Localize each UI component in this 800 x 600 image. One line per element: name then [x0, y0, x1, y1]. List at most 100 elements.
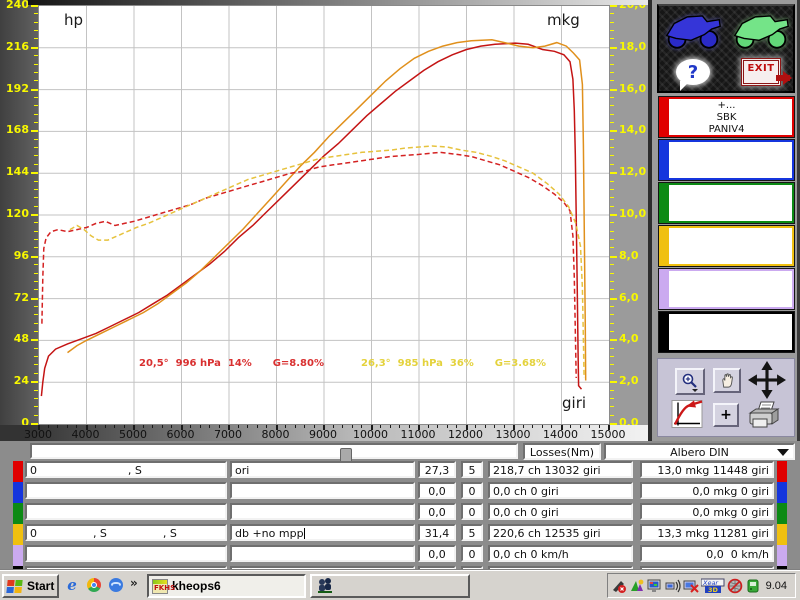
row-run-field[interactable]	[25, 503, 227, 520]
tray-tool-error-icon[interactable]	[611, 578, 627, 594]
task-button-2[interactable]	[310, 574, 470, 598]
tray-display-settings-icon[interactable]	[647, 578, 663, 594]
rpm-minor-tick	[304, 425, 305, 428]
row-power-field[interactable]: 0,0 ch 0 giri	[488, 503, 633, 520]
row-value1-field[interactable]: 31,4	[418, 524, 456, 541]
row-power-field[interactable]: 0,0 ch 0 km/h	[488, 545, 633, 562]
readout-strip[interactable]	[30, 443, 518, 459]
row-torque-field[interactable]: 13,3 mkg 11281 giri	[640, 524, 774, 541]
mkg-major-tick	[610, 172, 617, 174]
zoom-button[interactable]	[675, 368, 705, 395]
row-run-field[interactable]: 0 , S , S	[25, 524, 227, 541]
losses-button[interactable]: Losses(Nm)	[523, 443, 601, 460]
tray-graphics-icon[interactable]	[629, 578, 645, 594]
help-button[interactable]: ?	[660, 50, 726, 94]
row-note-field[interactable]	[230, 503, 415, 520]
channel-button-3[interactable]	[659, 183, 794, 223]
quick-launch-internet-explorer[interactable]: e	[63, 576, 81, 594]
tray-memory-card-icon[interactable]	[745, 578, 761, 594]
row-color-chip-right	[777, 461, 787, 482]
rpm-minor-tick	[314, 425, 315, 428]
move-tool[interactable]	[748, 361, 788, 401]
row-torque-field[interactable]: 13,0 mkg 11448 giri	[640, 461, 774, 478]
internet-explorer-icon: e	[67, 576, 77, 594]
mkg-major-tick	[610, 298, 617, 300]
rpm-minor-tick	[599, 425, 600, 428]
rpm-minor-tick	[542, 425, 543, 428]
mkg-minor-tick	[610, 364, 614, 365]
start-button[interactable]: Start	[2, 574, 59, 598]
mkg-minor-tick	[610, 164, 614, 165]
mkg-major-tick	[610, 381, 617, 383]
row-note-field[interactable]	[230, 545, 415, 562]
row-value1-field[interactable]: 27,3	[418, 461, 456, 478]
tray-blocked-globe-icon[interactable]	[727, 578, 743, 594]
rpm-minor-tick	[285, 425, 286, 428]
curve-button[interactable]	[671, 399, 703, 430]
row-run-field[interactable]	[25, 545, 227, 562]
printer-icon	[746, 399, 784, 431]
rpm-minor-tick	[95, 425, 96, 428]
motorcycle-blue-button[interactable]	[660, 8, 726, 52]
rpm-minor-tick	[57, 425, 58, 428]
channel-button-6[interactable]	[659, 312, 794, 352]
task-button-kheops6[interactable]: FKHS kheops6	[147, 574, 306, 598]
hp-tick-label: 240	[6, 0, 29, 11]
rpm-minor-tick	[143, 425, 144, 428]
rpm-tick-label: 11000	[396, 428, 440, 441]
rpm-minor-tick	[48, 425, 49, 428]
quick-launch-overflow-chevron[interactable]: »	[130, 576, 138, 590]
row-value1-field[interactable]: 0,0	[418, 503, 456, 520]
row-value2-field[interactable]: 0	[461, 545, 483, 562]
channel-button-2[interactable]	[659, 140, 794, 180]
row-note-field[interactable]: db +no mpp	[230, 524, 415, 541]
row-value2-field[interactable]: 5	[461, 524, 483, 541]
row-torque-field[interactable]: 0,0 0 km/h	[640, 545, 774, 562]
row-power-field[interactable]: 220,6 ch 12535 giri	[488, 524, 633, 541]
channel-button-4[interactable]	[659, 226, 794, 266]
print-button[interactable]	[746, 399, 786, 432]
rpm-tick-label: 13000	[491, 428, 535, 441]
channel-button-5[interactable]	[659, 269, 794, 309]
row-value2-field[interactable]: 5	[461, 461, 483, 478]
rpm-minor-tick	[190, 425, 191, 428]
rpm-axis-title: giri	[562, 394, 586, 412]
row-torque-field[interactable]: 0,0 mkg 0 giri	[640, 482, 774, 499]
sidebar: ? EXIT +...SBKPANIV4	[648, 0, 800, 441]
row-note-field[interactable]	[230, 482, 415, 499]
mkg-minor-tick	[610, 13, 614, 14]
row-note-field[interactable]: ori	[230, 461, 415, 478]
chevron-down-icon	[777, 449, 789, 460]
quick-launch-browser[interactable]	[107, 576, 125, 594]
channel-label-line: SBK	[661, 112, 792, 124]
plot-area[interactable]: hp mkg giri 20,5° 996 hPa 14% G=8.80% 26…	[38, 5, 610, 425]
add-button[interactable]: +	[713, 403, 739, 427]
shaft-selector-dropdown[interactable]: Albero DIN	[604, 443, 795, 460]
exit-button[interactable]: EXIT	[728, 50, 794, 94]
tray-xear3d-icon[interactable]: Xear 3D	[701, 578, 725, 594]
magnifier-plus-icon	[680, 372, 700, 392]
rpm-tick-label: 9000	[301, 428, 345, 441]
move-arrows-icon	[748, 361, 786, 399]
row-value1-field[interactable]: 0,0	[418, 545, 456, 562]
motorcycle-green-button[interactable]	[728, 8, 794, 52]
row-value2-field[interactable]: 0	[461, 482, 483, 499]
mkg-minor-tick	[610, 30, 614, 31]
row-color-chip-left	[13, 461, 23, 482]
row-power-field[interactable]: 0,0 ch 0 giri	[488, 482, 633, 499]
tray-display-offline-icon[interactable]	[683, 578, 699, 594]
row-power-field[interactable]: 218,7 ch 13032 giri	[488, 461, 633, 478]
row-value1-field[interactable]: 0,0	[418, 482, 456, 499]
mkg-major-tick	[610, 89, 617, 91]
quick-launch-chrome[interactable]	[85, 576, 103, 594]
text-cursor	[304, 528, 305, 539]
row-value2-field[interactable]: 0	[461, 503, 483, 520]
rpm-minor-tick	[475, 425, 476, 428]
row-run-field[interactable]	[25, 482, 227, 499]
channel-button-1[interactable]: +...SBKPANIV4	[659, 97, 794, 137]
row-run-field[interactable]: 0 , S	[25, 461, 227, 478]
tray-network-signal-icon[interactable]	[665, 578, 681, 594]
rpm-minor-tick	[266, 425, 267, 428]
pan-button[interactable]	[713, 368, 741, 393]
row-torque-field[interactable]: 0,0 mkg 0 giri	[640, 503, 774, 520]
